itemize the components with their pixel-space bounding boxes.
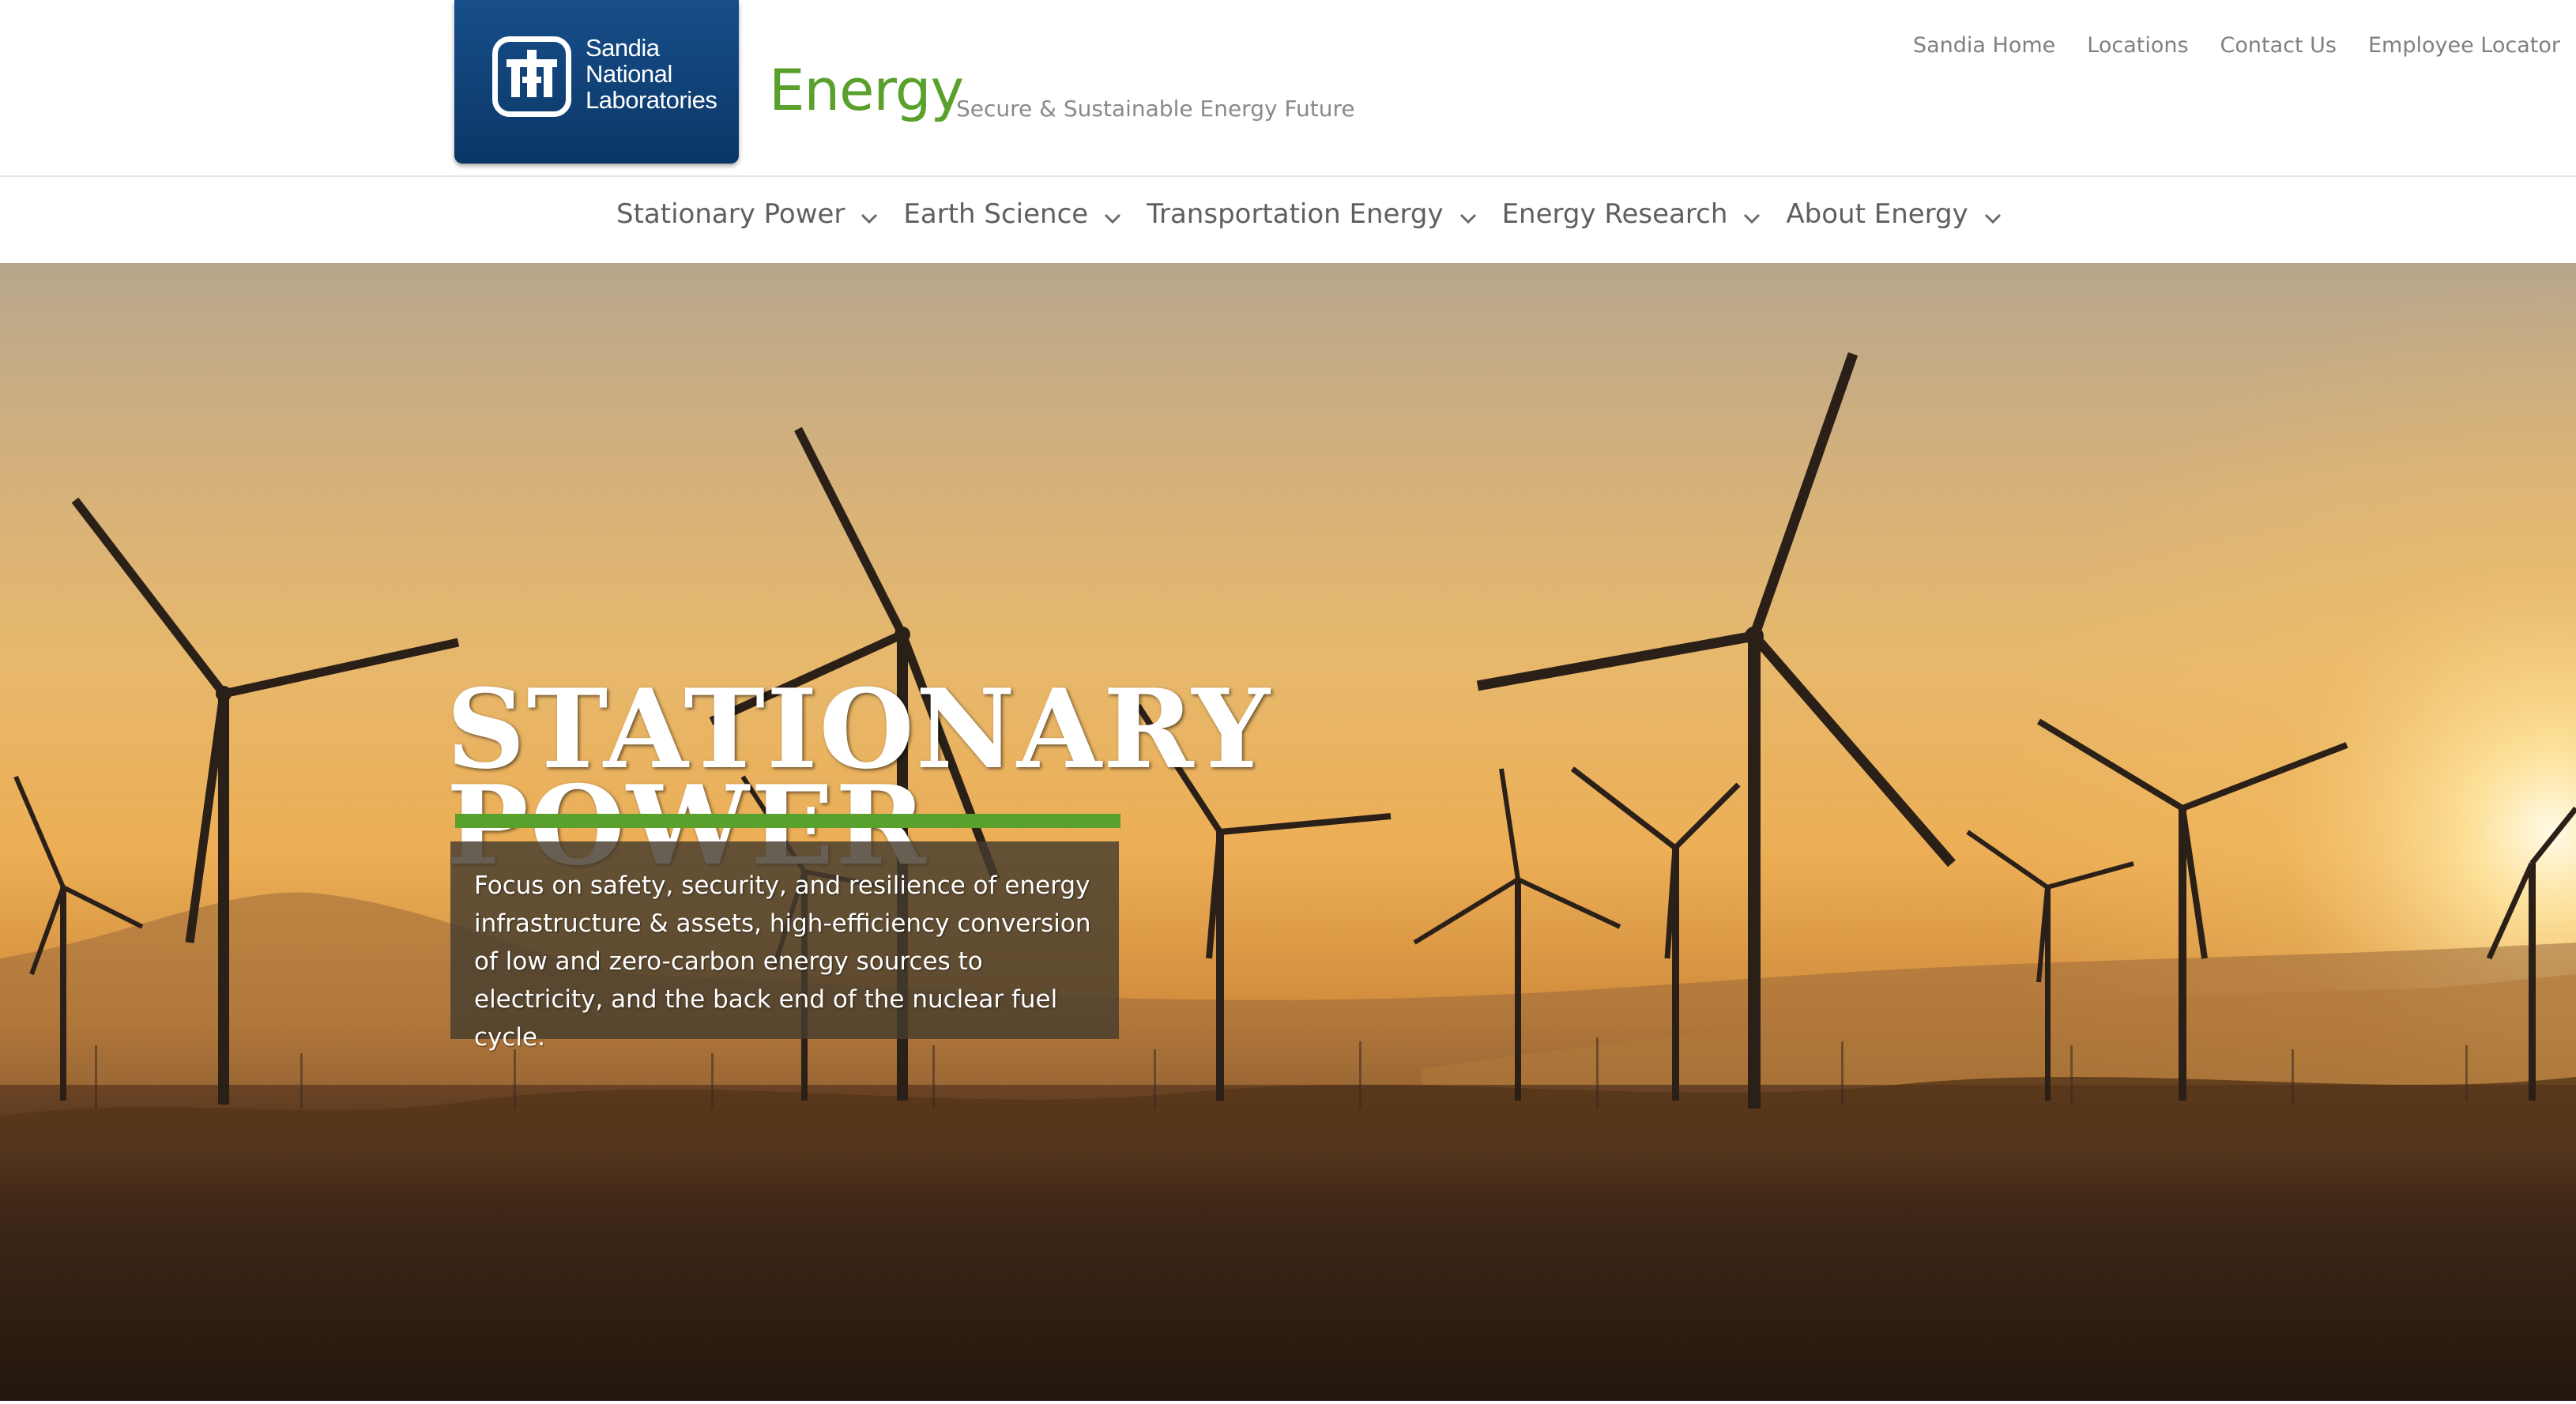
util-link-sandia-home[interactable]: Sandia Home <box>1913 35 2055 56</box>
logo-line-1: Sandia <box>586 34 660 62</box>
util-link-employee-locator[interactable]: Employee Locator <box>2368 35 2560 56</box>
nav-item-label: Transportation Energy <box>1147 198 1444 230</box>
util-link-contact-us[interactable]: Contact Us <box>2220 35 2337 56</box>
nav-item-stationary-power[interactable]: Stationary Power <box>616 201 878 228</box>
sandia-logo[interactable]: Sandia National Laboratories <box>454 0 739 164</box>
main-nav: Stationary Power Earth Science Transport… <box>0 177 2576 262</box>
nav-item-earth-science[interactable]: Earth Science <box>903 201 1121 228</box>
logo-line-2: National <box>586 60 672 88</box>
site-title[interactable]: Energy <box>769 62 964 119</box>
nav-item-label: Energy Research <box>1501 198 1728 230</box>
hero-accent-bar <box>455 814 1120 828</box>
nav-item-transportation-energy[interactable]: Transportation Energy <box>1147 201 1476 228</box>
util-link-locations[interactable]: Locations <box>2087 35 2188 56</box>
hero-description-box: Focus on safety, security, and resilienc… <box>450 841 1119 1052</box>
nav-item-label: Earth Science <box>903 198 1089 230</box>
nav-item-label: Stationary Power <box>616 198 845 230</box>
logo-wordmark: Sandia National Laboratories <box>586 35 717 113</box>
chevron-down-icon <box>861 213 878 224</box>
nav-item-energy-research[interactable]: Energy Research <box>1502 201 1761 228</box>
hero-description: Focus on safety, security, and resilienc… <box>474 871 1091 1052</box>
wind-turbines-photo <box>0 263 2576 1401</box>
nav-item-label: About Energy <box>1786 198 1968 230</box>
chevron-down-icon <box>1105 213 1121 224</box>
utility-nav: Sandia Home Locations Contact Us Employe… <box>1913 35 2560 56</box>
chevron-down-icon <box>1459 213 1476 224</box>
hero-banner: STATIONARY POWER Focus on safety, securi… <box>0 263 2576 1401</box>
site-header: Sandia National Laboratories Energy Secu… <box>0 0 2576 177</box>
nav-item-about-energy[interactable]: About Energy <box>1786 201 2001 228</box>
logo-line-3: Laboratories <box>586 86 717 114</box>
chevron-down-icon <box>1744 213 1761 224</box>
chevron-down-icon <box>1984 213 2001 224</box>
site-tagline: Secure & Sustainable Energy Future <box>956 96 1355 122</box>
thunderbird-logo-icon <box>492 36 571 117</box>
